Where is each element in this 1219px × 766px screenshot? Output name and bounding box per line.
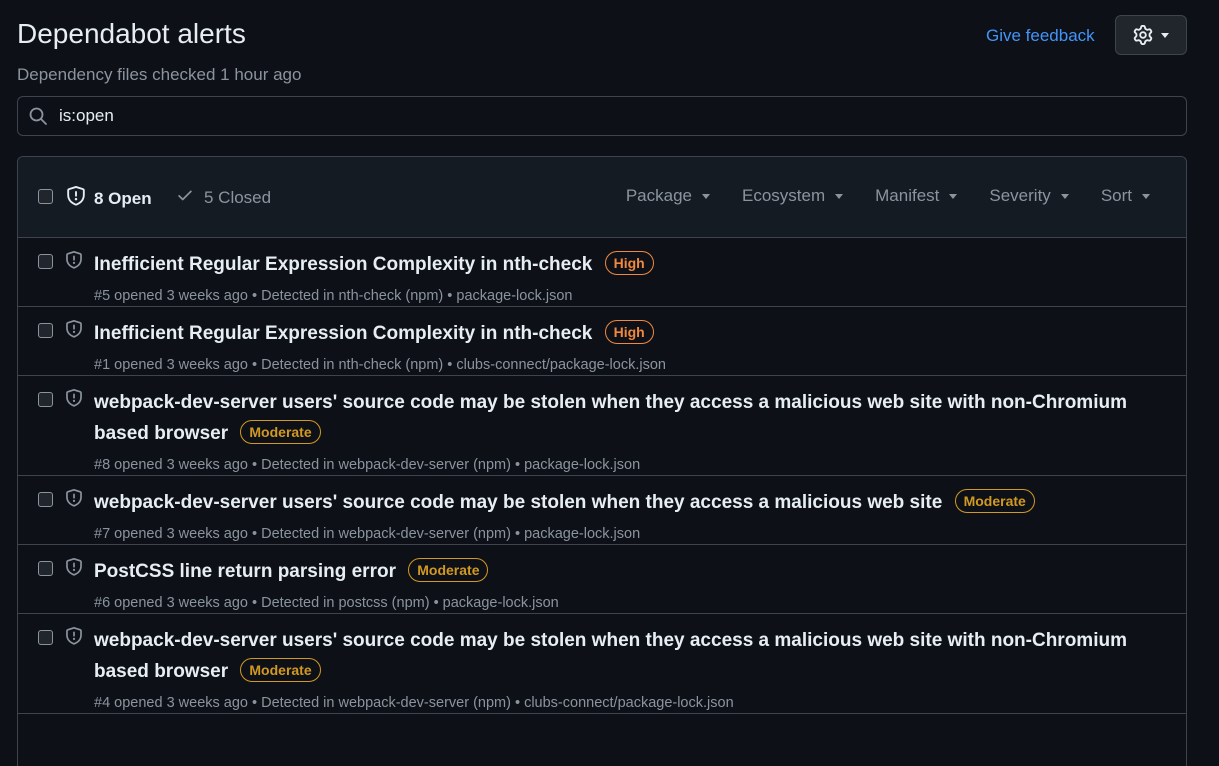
select-all-checkbox[interactable] xyxy=(38,189,53,204)
search-icon xyxy=(28,106,48,126)
alert-meta: #4 opened 3 weeks ago • Detected in webp… xyxy=(94,695,734,711)
alert-row: webpack-dev-server users' source code ma… xyxy=(18,376,1186,476)
alerts-toolbar: 8 Open 5 Closed Package Ecosystem Manife… xyxy=(18,157,1186,238)
alert-row: webpack-dev-server users' source code ma… xyxy=(18,614,1186,714)
alert-title-line: webpack-dev-server users' source code ma… xyxy=(94,387,1146,449)
alert-title-line: PostCSS line return parsing error Modera… xyxy=(94,556,1146,587)
alert-body: PostCSS line return parsing error Modera… xyxy=(18,545,1186,613)
alert-title-link[interactable]: Inefficient Regular Expression Complexit… xyxy=(94,323,592,344)
open-filter-tab[interactable]: 8 Open xyxy=(66,186,152,211)
sort-filter-label: Sort xyxy=(1100,186,1132,205)
package-filter-label: Package xyxy=(625,186,692,205)
alert-meta: #5 opened 3 weeks ago • Detected in nth-… xyxy=(94,288,573,304)
alert-body: Inefficient Regular Expression Complexit… xyxy=(18,238,1186,306)
search-box[interactable] xyxy=(17,96,1187,136)
chevron-down-icon xyxy=(1060,193,1069,199)
search-input[interactable] xyxy=(59,106,1159,126)
gear-icon xyxy=(1133,25,1153,45)
alert-title-line: webpack-dev-server users' source code ma… xyxy=(94,487,1146,518)
alert-title-link[interactable]: PostCSS line return parsing error xyxy=(94,561,396,582)
alert-checkbox[interactable] xyxy=(38,630,53,645)
alert-title-line: Inefficient Regular Expression Complexit… xyxy=(94,318,1146,349)
alert-body: webpack-dev-server users' source code ma… xyxy=(18,614,1186,713)
alert-row: Inefficient Regular Expression Complexit… xyxy=(18,238,1186,307)
alert-row: webpack-dev-server users' source code ma… xyxy=(18,476,1186,545)
severity-filter-label: Severity xyxy=(989,186,1051,205)
filter-menus: Package Ecosystem Manifest Severity Sort xyxy=(626,186,1150,206)
shield-icon xyxy=(65,251,83,274)
page-title: Dependabot alerts xyxy=(17,18,246,49)
alert-title-link[interactable]: webpack-dev-server users' source code ma… xyxy=(94,492,942,513)
package-filter[interactable]: Package xyxy=(626,186,710,206)
open-count-label: 8 Open xyxy=(94,188,152,208)
severity-badge: Moderate xyxy=(240,658,321,682)
closed-count-label: 5 Closed xyxy=(204,187,272,207)
sort-filter[interactable]: Sort xyxy=(1101,186,1150,206)
chevron-down-icon xyxy=(835,193,844,199)
alert-rows: Inefficient Regular Expression Complexit… xyxy=(18,238,1186,714)
manifest-filter-label: Manifest xyxy=(875,186,940,205)
shield-icon xyxy=(65,389,83,412)
alert-meta: #7 opened 3 weeks ago • Detected in webp… xyxy=(94,526,641,542)
check-icon xyxy=(176,186,194,209)
closed-filter-tab[interactable]: 5 Closed xyxy=(176,186,271,209)
alert-checkbox[interactable] xyxy=(38,254,53,269)
alert-checkbox[interactable] xyxy=(38,392,53,407)
alert-body: webpack-dev-server users' source code ma… xyxy=(18,476,1186,544)
alert-title-line: Inefficient Regular Expression Complexit… xyxy=(94,249,1146,280)
give-feedback-link[interactable]: Give feedback xyxy=(986,25,1095,47)
shield-icon xyxy=(66,186,86,211)
alert-row: PostCSS line return parsing error Modera… xyxy=(18,545,1186,614)
ecosystem-filter[interactable]: Ecosystem xyxy=(742,186,844,206)
severity-badge: Moderate xyxy=(240,420,321,444)
shield-icon xyxy=(65,489,83,512)
alert-checkbox[interactable] xyxy=(38,492,53,507)
ecosystem-filter-label: Ecosystem xyxy=(742,186,826,205)
chevron-down-icon xyxy=(1142,193,1150,199)
chevron-down-icon xyxy=(702,193,710,199)
alert-meta: #6 opened 3 weeks ago • Detected in post… xyxy=(94,595,559,611)
alerts-list: 8 Open 5 Closed Package Ecosystem Manife… xyxy=(17,156,1187,766)
shield-icon xyxy=(65,558,83,581)
severity-filter[interactable]: Severity xyxy=(989,186,1069,206)
shield-icon xyxy=(65,320,83,343)
severity-badge: High xyxy=(604,251,654,275)
settings-button[interactable] xyxy=(1115,15,1187,55)
severity-badge: High xyxy=(604,320,654,344)
alert-row: Inefficient Regular Expression Complexit… xyxy=(18,307,1186,376)
severity-badge: Moderate xyxy=(954,489,1035,513)
manifest-filter[interactable]: Manifest xyxy=(875,186,958,206)
chevron-down-icon xyxy=(949,193,958,199)
alert-meta: #8 opened 3 weeks ago • Detected in webp… xyxy=(94,457,641,473)
severity-badge: Moderate xyxy=(408,558,489,582)
dependabot-alerts-page: Dependabot alerts Dependency files check… xyxy=(0,0,1219,766)
alert-checkbox[interactable] xyxy=(38,561,53,576)
alert-body: webpack-dev-server users' source code ma… xyxy=(18,376,1186,475)
alert-title-link[interactable]: Inefficient Regular Expression Complexit… xyxy=(94,254,592,275)
page-subtitle: Dependency files checked 1 hour ago xyxy=(17,65,302,84)
alert-body: Inefficient Regular Expression Complexit… xyxy=(18,307,1186,375)
alert-title-line: webpack-dev-server users' source code ma… xyxy=(94,625,1146,687)
alert-meta: #1 opened 3 weeks ago • Detected in nth-… xyxy=(94,357,666,373)
alert-checkbox[interactable] xyxy=(38,323,53,338)
shield-icon xyxy=(65,627,83,650)
chevron-down-icon xyxy=(1161,32,1169,38)
